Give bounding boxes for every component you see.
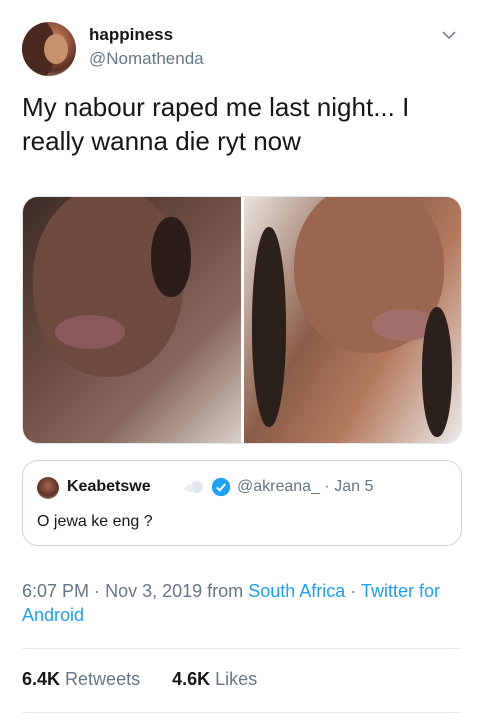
meta-separator: · xyxy=(350,581,357,601)
divider xyxy=(22,712,461,713)
quoted-author-handle: @akreana_ xyxy=(237,478,320,495)
photo-1-lips xyxy=(55,315,125,349)
photo-2-braid-left xyxy=(252,227,286,427)
location-link[interactable]: South Africa xyxy=(248,581,345,601)
dash-emoji-icon xyxy=(184,481,203,493)
avatar-face xyxy=(44,34,68,64)
media-photo-1[interactable] xyxy=(23,197,241,443)
quoted-author-name: Keabetswe xyxy=(67,478,151,495)
likes-count: 4.6K xyxy=(172,669,211,689)
photo-2-braid-right xyxy=(422,307,452,437)
tweet-time: 6:07 PM xyxy=(22,581,90,601)
tweet-header: happiness @Nomathenda xyxy=(22,22,462,78)
media-photo-2[interactable] xyxy=(244,197,461,443)
quoted-author-avatar xyxy=(37,477,59,499)
tweet-stats: 6.4K Retweets 4.6K Likes xyxy=(22,669,257,690)
quoted-date: Jan 5 xyxy=(334,478,374,495)
likes-stat[interactable]: 4.6K Likes xyxy=(172,669,257,689)
retweets-stat[interactable]: 6.4K Retweets xyxy=(22,669,145,689)
author-handle[interactable]: @Nomathenda xyxy=(89,49,204,69)
from-label: from xyxy=(207,581,244,601)
retweets-count: 6.4K xyxy=(22,669,61,689)
divider xyxy=(22,648,461,649)
author-display-name[interactable]: happiness xyxy=(89,25,173,45)
quoted-tweet-text: O jewa ke eng ? xyxy=(37,513,153,530)
chevron-down-icon[interactable] xyxy=(440,26,458,44)
tweet-media[interactable] xyxy=(22,196,462,444)
quoted-tweet[interactable]: Keabetswe @akreana_ · Jan 5 O jewa ke en… xyxy=(22,460,462,546)
photo-1-braid xyxy=(151,217,191,297)
tweet-date: Nov 3, 2019 xyxy=(105,581,203,601)
tweet-text: My nabour raped me last night... I reall… xyxy=(22,92,410,156)
meta-separator: · xyxy=(94,581,101,601)
quoted-meta: @akreana_ · Jan 5 xyxy=(237,478,373,496)
retweets-label: Retweets xyxy=(65,669,141,689)
quoted-separator: · xyxy=(324,478,330,495)
tweet-metadata: 6:07 PM · Nov 3, 2019 from South Africa … xyxy=(22,579,462,627)
author-avatar[interactable] xyxy=(22,22,76,76)
verified-badge-icon xyxy=(211,477,231,497)
likes-label: Likes xyxy=(215,669,258,689)
